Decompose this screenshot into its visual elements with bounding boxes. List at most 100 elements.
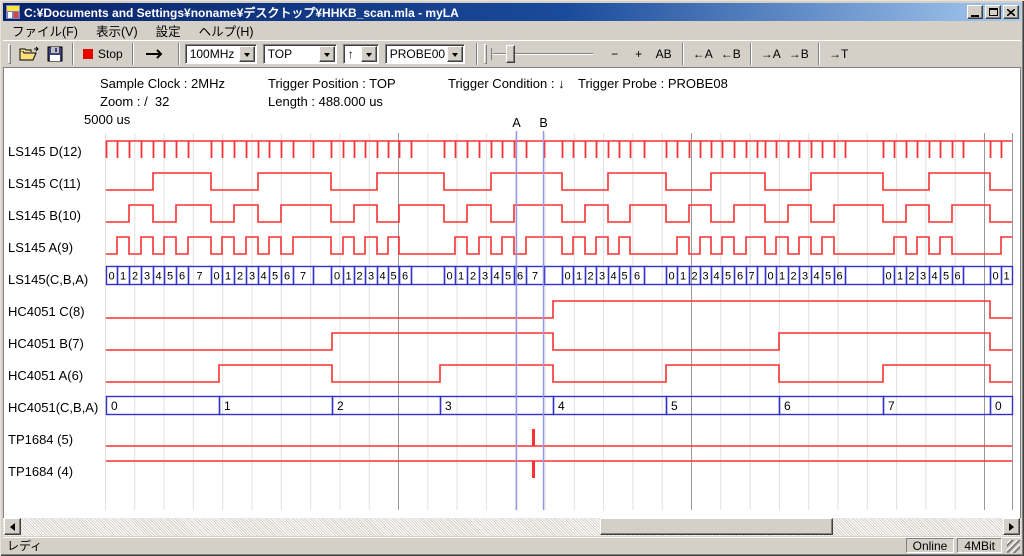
goto-trigger-button[interactable]: →T [825, 43, 853, 65]
scrollbar-thumb[interactable] [600, 518, 833, 535]
trigger-position-combo[interactable]: TOP [263, 44, 337, 64]
horizontal-scrollbar[interactable] [3, 518, 1021, 536]
svg-text:4: 4 [260, 271, 266, 283]
svg-text:0: 0 [668, 271, 674, 283]
svg-text:7: 7 [300, 271, 306, 283]
open-file-button[interactable] [15, 43, 43, 65]
trigger-probe-value: PROBE00 [386, 47, 446, 61]
goto-cursor-b-right-button[interactable]: →B [785, 43, 813, 65]
status-online: Online [906, 538, 955, 553]
toolbar-grip[interactable] [484, 44, 487, 64]
svg-text:0: 0 [992, 271, 998, 283]
menu-bar: ファイル(F) 表示(V) 設定 ヘルプ(H) [3, 21, 1021, 40]
svg-text:1: 1 [897, 271, 903, 283]
save-floppy-icon [47, 46, 63, 62]
svg-text:0: 0 [446, 271, 452, 283]
goto-cursor-b-left-button[interactable]: ←B [717, 43, 745, 65]
slider-tick [491, 48, 492, 60]
close-button[interactable] [1003, 5, 1019, 19]
scroll-left-icon [6, 523, 15, 531]
svg-text:0: 0 [334, 271, 340, 283]
svg-text:4: 4 [713, 271, 719, 283]
svg-text:0: 0 [111, 399, 118, 413]
toolbar-separator [476, 43, 478, 65]
svg-text:1: 1 [224, 399, 231, 413]
svg-text:3: 3 [445, 399, 452, 413]
svg-text:5: 5 [272, 271, 278, 283]
svg-text:7: 7 [532, 271, 538, 283]
svg-text:2: 2 [470, 271, 476, 283]
menu-view[interactable]: 表示(V) [87, 19, 147, 42]
scroll-right-button[interactable] [1003, 518, 1020, 535]
svg-text:1: 1 [680, 271, 686, 283]
zoom-slider-thumb[interactable] [506, 45, 515, 63]
toolbar-separator [72, 43, 74, 65]
svg-text:0: 0 [995, 399, 1002, 413]
chevron-down-icon [452, 53, 458, 60]
svg-text:5: 5 [725, 271, 731, 283]
svg-text:1: 1 [225, 271, 231, 283]
dropdown-arrow-icon[interactable] [447, 46, 463, 62]
sample-rate-value: 100MHz [186, 47, 238, 61]
menu-help[interactable]: ヘルプ(H) [190, 19, 263, 42]
menu-file[interactable]: ファイル(F) [3, 19, 87, 42]
goto-cursor-a-left-button[interactable]: ←A [689, 43, 717, 65]
zoom-out-button[interactable]: − [603, 43, 627, 65]
svg-text:6: 6 [954, 271, 960, 283]
svg-text:A: A [512, 116, 521, 130]
run-button[interactable] [139, 43, 173, 65]
svg-text:6: 6 [517, 271, 523, 283]
app-window: C:¥Documents and Settings¥noname¥デスクトップ¥… [0, 0, 1024, 556]
zoom-slider[interactable] [491, 43, 595, 65]
trigger-edge-combo[interactable]: ↑ [343, 44, 379, 64]
svg-text:5: 5 [943, 271, 949, 283]
svg-text:2: 2 [337, 399, 344, 413]
svg-text:5: 5 [167, 271, 173, 283]
svg-text:2: 2 [237, 271, 243, 283]
status-bar: レディ Online 4MBit [3, 537, 1021, 553]
dropdown-arrow-icon[interactable] [319, 46, 335, 62]
zoom-in-button[interactable]: + [627, 43, 651, 65]
save-button[interactable] [43, 43, 67, 65]
svg-text:6: 6 [737, 271, 743, 283]
svg-text:B: B [539, 116, 547, 130]
svg-text:0: 0 [767, 271, 773, 283]
svg-text:3: 3 [144, 271, 150, 283]
svg-text:5: 5 [825, 271, 831, 283]
svg-text:0: 0 [213, 271, 219, 283]
minimize-icon [971, 15, 979, 17]
stop-button[interactable]: Stop [79, 43, 127, 65]
resize-grip[interactable] [1007, 540, 1020, 553]
sample-rate-combo[interactable]: 100MHz [185, 44, 257, 64]
svg-text:5: 5 [390, 271, 396, 283]
svg-text:2: 2 [356, 271, 362, 283]
goto-cursor-a-right-button[interactable]: →A [757, 43, 785, 65]
dropdown-arrow-icon[interactable] [361, 46, 377, 62]
minimize-button[interactable] [967, 5, 983, 19]
svg-text:3: 3 [702, 271, 708, 283]
svg-text:7: 7 [888, 399, 895, 413]
maximize-button[interactable] [985, 5, 1001, 19]
trigger-probe-combo[interactable]: PROBE00 [385, 44, 465, 64]
scroll-left-button[interactable] [4, 518, 21, 535]
svg-text:6: 6 [284, 271, 290, 283]
maximize-icon [989, 8, 998, 16]
svg-text:5: 5 [505, 271, 511, 283]
toolbar-separator [132, 43, 134, 65]
waveform-svg[interactable]: 0123456701234567012345601234567012345601… [0, 68, 1024, 518]
trigger-position-value: TOP [264, 47, 318, 61]
scroll-right-icon [1009, 523, 1018, 531]
svg-text:7: 7 [196, 271, 202, 283]
svg-text:3: 3 [368, 271, 374, 283]
toolbar-separator [178, 43, 180, 65]
status-memory: 4MBit [957, 538, 1002, 553]
open-folder-icon [19, 46, 39, 62]
svg-text:1: 1 [576, 271, 582, 283]
chevron-down-icon [244, 53, 250, 60]
dropdown-arrow-icon[interactable] [239, 46, 255, 62]
toolbar-grip[interactable] [8, 44, 11, 64]
toolbar: Stop 100MHz TOP ↑ PROBE00 [3, 40, 1021, 68]
svg-text:1: 1 [1003, 271, 1009, 283]
ab-button[interactable]: AB [651, 43, 677, 65]
menu-settings[interactable]: 設定 [147, 19, 190, 42]
